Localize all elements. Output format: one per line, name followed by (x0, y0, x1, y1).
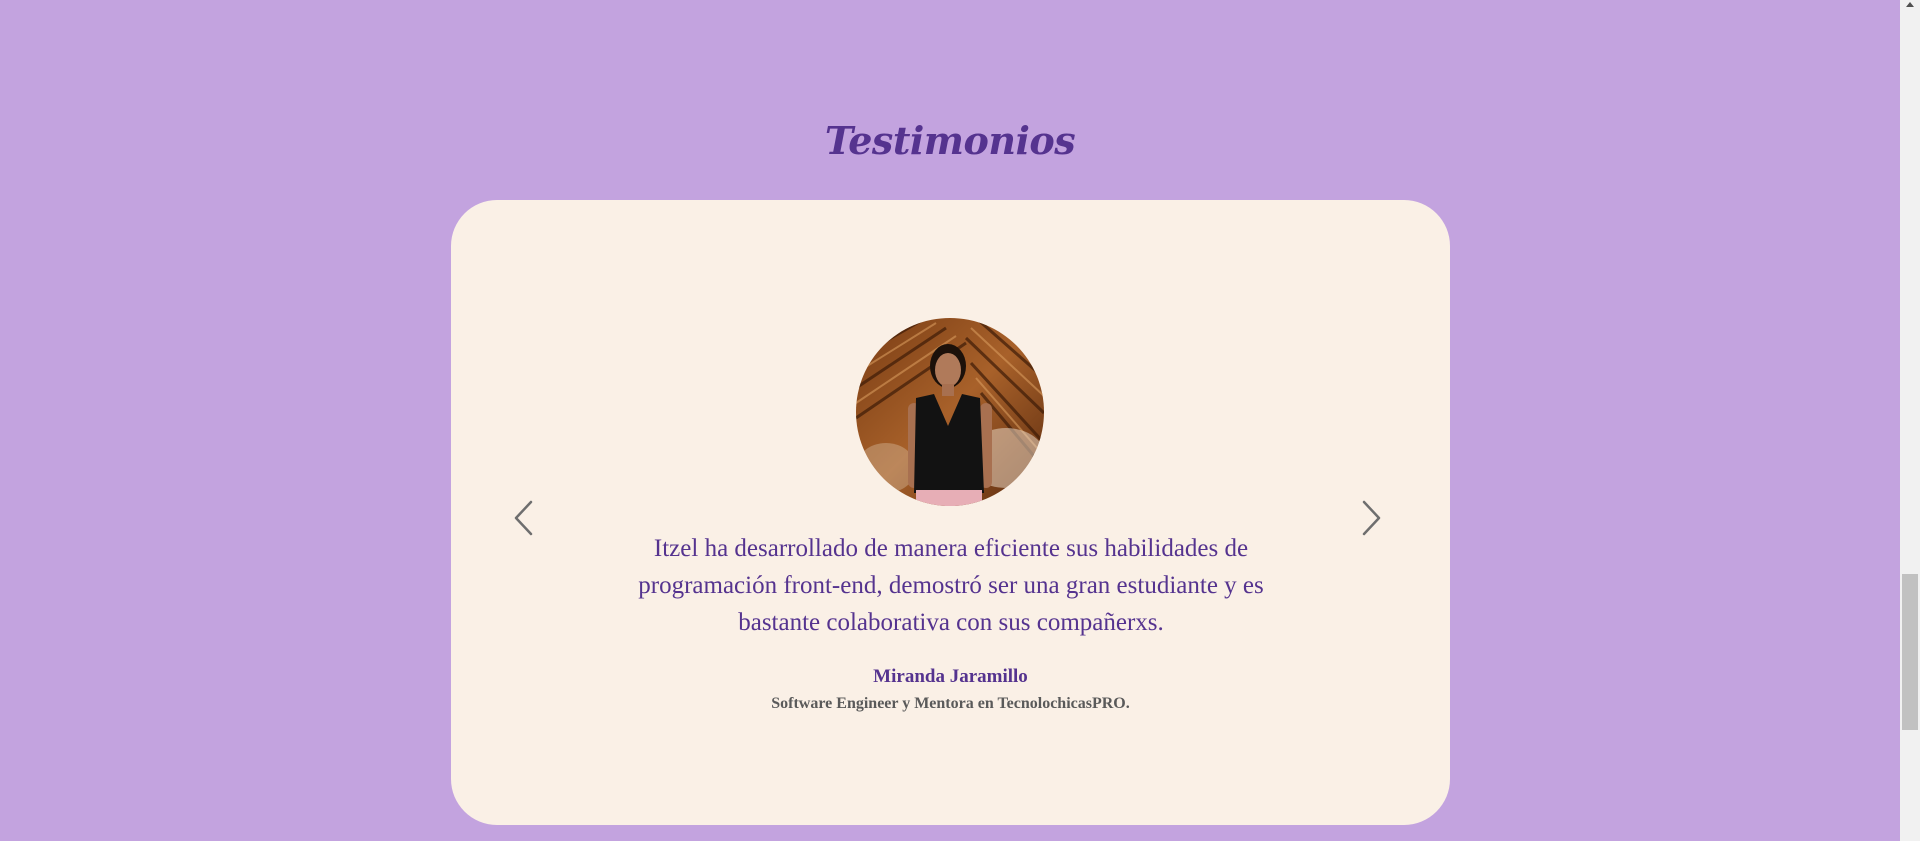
chevron-right-icon (1362, 500, 1381, 536)
scrollbar-thumb[interactable] (1902, 574, 1918, 730)
scroll-up-button[interactable] (1900, 0, 1920, 14)
page: Testimonios Itzel ha desarrollado de man… (0, 0, 1920, 841)
carousel-next-button[interactable] (1351, 490, 1391, 546)
person-photo (856, 318, 1044, 506)
scroll-up-arrow-icon (1906, 2, 1914, 7)
chevron-left-icon (514, 500, 533, 536)
testimonials-section: Testimonios Itzel ha desarrollado de man… (0, 0, 1900, 841)
avatar (856, 318, 1044, 506)
carousel-prev-button[interactable] (504, 490, 544, 546)
testimonial-card: Itzel ha desarrollado de manera eficient… (451, 200, 1450, 825)
testimonial-quote: Itzel ha desarrollado de manera eficient… (638, 535, 1264, 636)
vertical-scrollbar[interactable] (1900, 0, 1920, 841)
section-title: Testimonios (824, 118, 1076, 163)
testimonial-author: Miranda Jaramillo (873, 666, 1028, 687)
testimonial-role: Software Engineer y Mentora en Tecnoloch… (771, 695, 1130, 712)
